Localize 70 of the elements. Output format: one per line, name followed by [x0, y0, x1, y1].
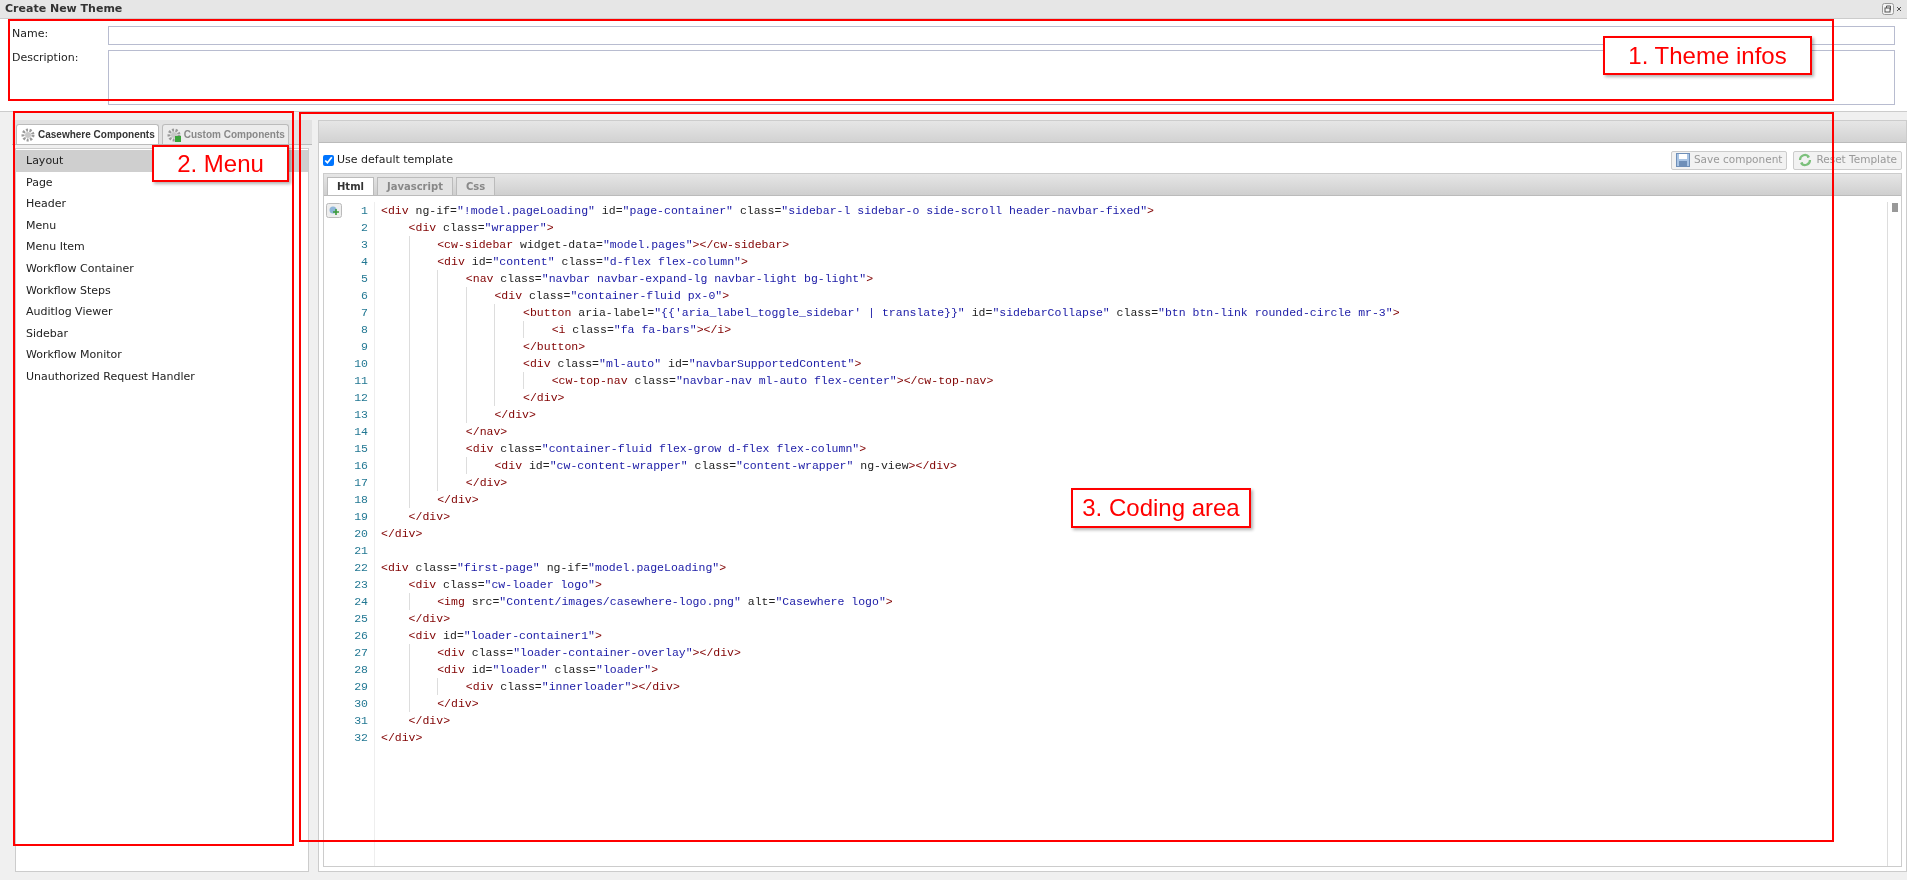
code-line: <div class="container-fluid px-0"> [375, 287, 730, 304]
line-number: 32 [354, 730, 368, 746]
code-line: <div id="cw-content-wrapper" class="content-wrapper" ng-view></div> [375, 457, 957, 474]
line-number: 12 [354, 390, 368, 406]
code-line: </div> [375, 406, 536, 423]
code-line: </div> [407, 509, 451, 525]
code-line: </div> [375, 491, 479, 508]
description-label: Description: [12, 50, 80, 66]
line-number: 30 [354, 696, 368, 712]
code-line: </div> [380, 526, 423, 542]
line-number: 20 [354, 526, 368, 542]
line-number: 8 [361, 322, 368, 338]
line-number: 14 [354, 424, 368, 440]
line-number: 10 [354, 356, 368, 372]
code-line: </div> [375, 389, 565, 406]
code-line: <div id="loader" class="loader"> [375, 661, 659, 678]
line-number: 18 [354, 492, 368, 508]
code-line: </div> [407, 713, 451, 729]
code-line: <i class="fa fa-bars"></i> [375, 321, 732, 338]
code-line: <div ng-if="!model.pageLoading" id="page-container" class="sidebar-l sidebar-o side-scroll header-navbar-fixed"> [380, 203, 1154, 219]
code-line: </nav> [375, 423, 508, 440]
line-number: 27 [354, 645, 368, 661]
line-number: 15 [354, 441, 368, 457]
annotation-tooltip: 3. Coding area [1071, 488, 1251, 528]
line-number: 1 [361, 203, 368, 219]
default-template-label: Use default template [337, 151, 453, 168]
code-line: <div class="container-fluid flex-grow d-flex flex-column"> [375, 440, 867, 457]
window-title: Create New Theme [5, 0, 123, 17]
code-line: <div class="cw-loader logo"> [407, 577, 602, 593]
line-number: 17 [354, 475, 368, 491]
code-line: <button aria-label="{{'aria_label_toggle_sidebar' | translate}}" id="sidebarCollapse" class="btn btn-link rounded-circle mr-3"> [375, 304, 1400, 321]
line-number: 28 [354, 662, 368, 678]
line-number: 7 [361, 305, 368, 321]
annotation-tooltip: 1. Theme infos [1603, 36, 1812, 75]
code-line: <div class="ml-auto" id="navbarSupportedContent"> [375, 355, 862, 372]
code-line: </div> [380, 730, 423, 746]
line-number: 16 [354, 458, 368, 474]
line-number: 26 [354, 628, 368, 644]
code-line: <cw-sidebar widget-data="model.pages"></cw-sidebar> [375, 236, 790, 253]
code-line: <nav class="navbar navbar-expand-lg navbar-light bg-light"> [375, 270, 874, 287]
line-number: 22 [354, 560, 368, 576]
line-number: 6 [361, 288, 368, 304]
line-number: 19 [354, 509, 368, 525]
code-line: </button> [375, 338, 586, 355]
line-number: 3 [361, 237, 368, 253]
line-number: 29 [354, 679, 368, 695]
line-number: 5 [361, 271, 368, 287]
code-line: <div id="loader-container1"> [407, 628, 602, 644]
line-number: 2 [361, 220, 368, 236]
line-number: 25 [354, 611, 368, 627]
code-line: <div class="wrapper"> [407, 220, 554, 236]
code-line: <div id="content" class="d-flex flex-column"> [375, 253, 748, 270]
code-line: <cw-top-nav class="navbar-nav ml-auto flex-center"></cw-top-nav> [375, 372, 994, 389]
line-number: 23 [354, 577, 368, 593]
code-line: </div> [375, 695, 479, 712]
line-number: 13 [354, 407, 368, 423]
line-number: 11 [354, 373, 368, 389]
line-number: 24 [354, 594, 368, 610]
line-number: 31 [354, 713, 368, 729]
code-line: <div class="innerloader"></div> [375, 678, 680, 695]
code-line: </div> [375, 474, 508, 491]
code-line: </div> [407, 611, 451, 627]
line-number: 9 [361, 339, 368, 355]
code-line: <div class="loader-container-overlay"></div> [375, 644, 741, 661]
line-number: 21 [354, 543, 368, 559]
line-number: 4 [361, 254, 368, 270]
annotation-tooltip: 2. Menu [152, 145, 289, 182]
name-label: Name: [12, 26, 50, 42]
code-line: <div class="first-page" ng-if="model.pageLoading"> [380, 560, 727, 576]
code-line: <img src="Content/images/casewhere-logo.png" alt="Casewhere logo"> [375, 593, 893, 610]
